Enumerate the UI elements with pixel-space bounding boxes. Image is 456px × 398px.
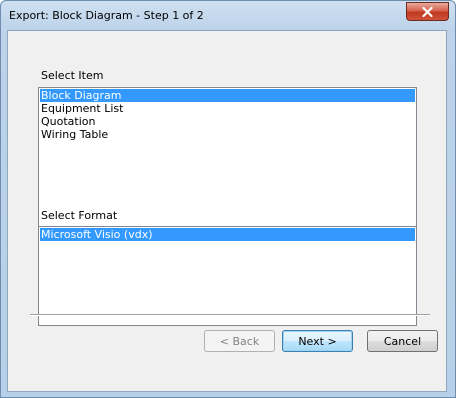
cancel-button[interactable]: Cancel <box>367 330 438 352</box>
next-button[interactable]: Next > <box>282 330 353 352</box>
select-format-label: Select Format <box>41 209 118 222</box>
title-bar[interactable]: Export: Block Diagram - Step 1 of 2 <box>1 1 455 31</box>
list-item-quotation[interactable]: Quotation <box>40 115 415 128</box>
window-title: Export: Block Diagram - Step 1 of 2 <box>9 9 204 22</box>
close-button[interactable] <box>406 2 449 21</box>
list-item-equipment-list[interactable]: Equipment List <box>40 102 415 115</box>
list-item-microsoft-visio[interactable]: Microsoft Visio (vdx) <box>40 228 415 241</box>
select-item-label: Select Item <box>41 69 104 82</box>
close-icon <box>422 6 433 17</box>
select-format-listbox[interactable]: Microsoft Visio (vdx) <box>38 226 417 326</box>
back-button[interactable]: < Back <box>204 330 275 352</box>
footer-separator <box>30 314 430 316</box>
list-item-wiring-table[interactable]: Wiring Table <box>40 128 415 141</box>
list-item-block-diagram[interactable]: Block Diagram <box>40 89 415 102</box>
